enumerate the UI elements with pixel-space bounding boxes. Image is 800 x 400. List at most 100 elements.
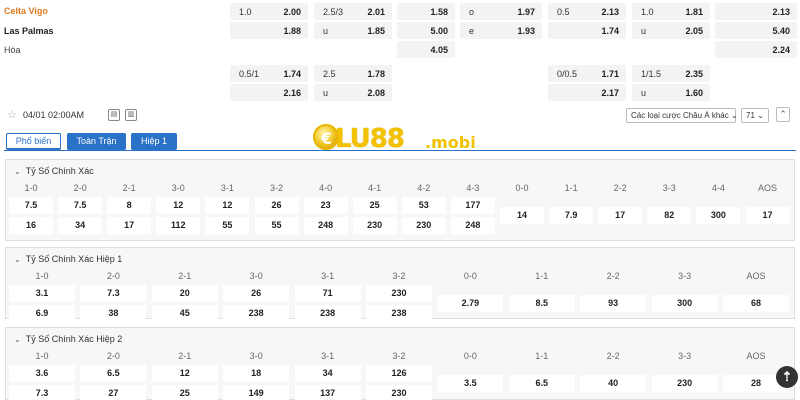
score-odds-cell[interactable]: 20 [151,285,218,302]
lu88-logo: € LU88 .mobi [313,120,476,156]
top-odds-cell[interactable]: 2.17 [548,84,626,101]
score-odds-cell[interactable]: 7.3 [80,285,147,302]
top-odds-cell[interactable]: 1.74 [548,22,626,39]
score-odds-cell[interactable]: 3.1 [9,285,75,302]
top-odds-cell[interactable]: u 2.08 [314,84,392,101]
top-odds-cell[interactable]: 2.24 [715,41,797,58]
score-odds-cell[interactable]: 14 [500,207,544,224]
score-odds-cell[interactable]: 177 [450,197,495,214]
score-odds-cell[interactable]: 300 [651,295,718,312]
top-odds-cell[interactable]: 1.58 [397,3,455,20]
score-odds-cell[interactable]: 71 [294,285,361,302]
score-odds-cell[interactable]: 18 [223,365,290,382]
score-odds-cell[interactable]: 12 [156,197,201,214]
score-odds-cell[interactable]: 230 [366,285,432,302]
score-odds-cell[interactable]: 12 [151,365,218,382]
top-odds-cell[interactable]: 5.40 [715,22,797,39]
tab-hiep-1[interactable]: Hiệp 1 [131,133,177,150]
score-odds-cell[interactable]: 55 [205,217,250,234]
score-odds-cell[interactable]: 68 [723,295,789,312]
top-odds-cell[interactable]: u 2.05 [632,22,710,39]
score-odds-cell[interactable]: 6.9 [9,305,75,322]
score-odds-cell[interactable]: 34 [294,365,361,382]
top-odds-cell[interactable]: 4.05 [397,41,455,58]
score-odds-cell[interactable]: 7.5 [58,197,103,214]
top-odds-cell[interactable]: 0/0.5 1.71 [548,65,626,82]
top-odds-cell[interactable]: 1/1.5 2.35 [632,65,710,82]
odds-price: 2.00 [283,7,301,17]
score-odds-cell[interactable]: 3.5 [437,375,504,392]
score-odds-cell[interactable]: 17 [107,217,152,234]
score-odds-cell[interactable]: 17 [598,207,643,224]
top-odds-cell[interactable]: 1.0 2.00 [230,3,308,20]
score-odds-cell[interactable]: 23 [303,197,348,214]
score-odds-cell[interactable]: 93 [580,295,647,312]
score-odds-cell[interactable]: 8 [107,197,152,214]
score-odds-cell[interactable]: 7.9 [549,207,594,224]
favorite-star-icon[interactable]: ☆ [7,108,17,121]
score-odds-cell[interactable]: 3.6 [9,365,75,382]
score-odds-cell[interactable]: 12 [205,197,250,214]
stats-sheet-icon[interactable]: ▤ [108,109,120,121]
top-odds-cell[interactable]: o 1.97 [460,3,542,20]
score-odds-cell[interactable]: 8.5 [508,295,575,312]
section-title[interactable]: ⌄ Tỷ Số Chính Xác Hiệp 1 [14,254,122,264]
odds-price: 5.40 [772,26,790,36]
score-odds-cell[interactable]: 6.5 [508,375,575,392]
score-odds-cell[interactable]: 38 [80,305,147,322]
score-odds-cell[interactable]: 16 [9,217,53,234]
score-odds-cell[interactable]: 248 [450,217,495,234]
odds-type-select[interactable]: Các loại cược Châu Á khác ⌄ [626,108,738,123]
score-odds-cell[interactable]: 53 [401,197,446,214]
market-count-select[interactable]: 71 ⌄ [741,108,769,123]
score-odds-cell[interactable]: 25 [151,385,218,400]
score-odds-cell[interactable]: 55 [254,217,299,234]
chevron-up-icon[interactable]: ⌃ [776,107,790,122]
score-odds-cell[interactable]: 230 [352,217,397,234]
top-odds-cell[interactable]: u 1.60 [632,84,710,101]
score-odds-cell[interactable]: 26 [254,197,299,214]
top-odds-cell[interactable]: 1.0 1.81 [632,3,710,20]
score-odds-cell[interactable]: 25 [352,197,397,214]
score-odds-cell[interactable]: 230 [401,217,446,234]
score-odds-cell[interactable]: 126 [366,365,432,382]
score-odds-cell[interactable]: 230 [651,375,718,392]
tab-pho-bien[interactable]: Phổ biến [6,133,61,150]
tab-toan-tran[interactable]: Toàn Trận [67,133,126,150]
score-odds-cell[interactable]: 300 [696,207,741,224]
score-odds-cell[interactable]: 40 [580,375,647,392]
score-odds-cell[interactable]: 45 [151,305,218,322]
score-odds-cell[interactable]: 248 [303,217,348,234]
score-odds-cell[interactable]: 27 [80,385,147,400]
score-odds-cell[interactable]: 17 [745,207,790,224]
score-odds-cell[interactable]: 7.3 [9,385,75,400]
top-odds-cell[interactable]: 5.00 [397,22,455,39]
score-odds-cell[interactable]: 112 [156,217,201,234]
bar-chart-icon[interactable]: ▥ [125,109,137,121]
top-odds-cell[interactable]: 2.5/3 2.01 [314,3,392,20]
scroll-to-top-button[interactable]: ⇡ [776,366,798,388]
top-odds-cell[interactable]: e 1.93 [460,22,542,39]
score-odds-cell[interactable]: 238 [294,305,361,322]
score-odds-cell[interactable]: 6.5 [80,365,147,382]
score-odds-cell[interactable]: 230 [366,385,432,400]
score-odds-cell[interactable]: 7.5 [9,197,53,214]
top-odds-cell[interactable]: 2.5 1.78 [314,65,392,82]
top-odds-cell[interactable]: 2.16 [230,84,308,101]
top-odds-cell[interactable]: u 1.85 [314,22,392,39]
score-odds-cell[interactable]: 238 [223,305,290,322]
score-odds-cell[interactable]: 149 [223,385,290,400]
score-header: 4-3 [466,183,480,193]
score-odds-cell[interactable]: 137 [294,385,361,400]
top-odds-cell[interactable]: 0.5 2.13 [548,3,626,20]
score-odds-cell[interactable]: 34 [58,217,103,234]
top-odds-cell[interactable]: 0.5/1 1.74 [230,65,308,82]
score-odds-cell[interactable]: 2.79 [437,295,504,312]
section-title[interactable]: ⌄ Tỷ Số Chính Xác [14,166,94,176]
score-odds-cell[interactable]: 26 [223,285,290,302]
top-odds-cell[interactable]: 1.88 [230,22,308,39]
section-title[interactable]: ⌄ Tỷ Số Chính Xác Hiệp 2 [14,334,122,344]
top-odds-cell[interactable]: 2.13 [715,3,797,20]
score-odds-cell[interactable]: 82 [647,207,692,224]
score-odds-cell[interactable]: 238 [366,305,432,322]
